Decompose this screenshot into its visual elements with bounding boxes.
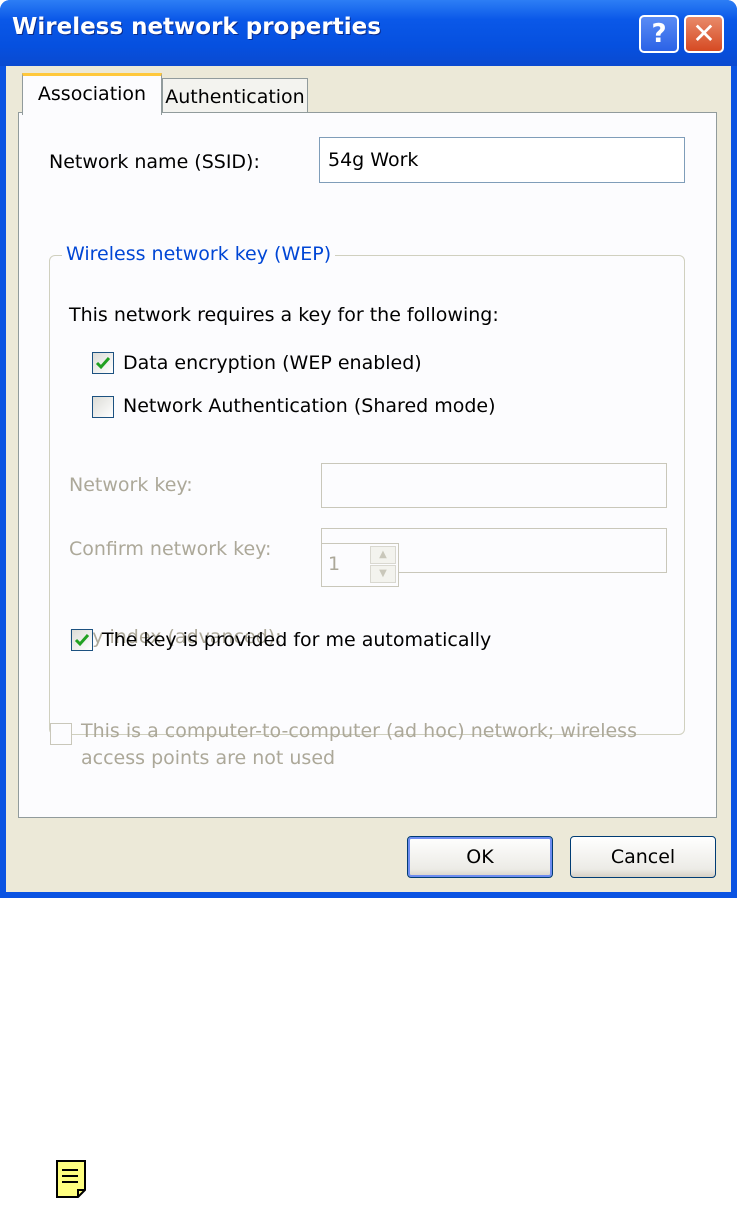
- auto-key-label[interactable]: The key is provided for me automatically: [102, 629, 491, 651]
- checkmark-icon: [95, 357, 111, 370]
- network-auth-checkbox[interactable]: [92, 396, 114, 418]
- adhoc-label-line2: access points are not used: [81, 747, 336, 769]
- confirm-key-label: Confirm network key:: [69, 538, 272, 560]
- adhoc-checkbox[interactable]: [50, 723, 72, 745]
- wireless-properties-dialog: Wireless network properties ? ✕ Associat…: [0, 0, 737, 898]
- network-key-input[interactable]: [321, 463, 667, 508]
- cancel-button[interactable]: Cancel: [570, 836, 716, 878]
- spin-up-icon[interactable]: ▲: [370, 546, 396, 564]
- tab-association-label: Association: [37, 83, 147, 105]
- close-button[interactable]: ✕: [684, 15, 724, 53]
- wep-group-legend: Wireless network key (WEP): [62, 243, 336, 265]
- ssid-label: Network name (SSID):: [49, 151, 260, 173]
- data-encryption-checkbox[interactable]: [92, 352, 114, 374]
- spin-down-icon[interactable]: ▼: [370, 565, 396, 583]
- tab-authentication[interactable]: Authentication: [162, 78, 308, 113]
- title-bar[interactable]: Wireless network properties ? ✕: [0, 0, 737, 66]
- wep-groupbox: Wireless network key (WEP) This network …: [49, 243, 685, 735]
- network-auth-label[interactable]: Network Authentication (Shared mode): [123, 395, 496, 417]
- ssid-input[interactable]: [319, 137, 685, 183]
- help-button[interactable]: ?: [639, 15, 679, 53]
- wep-intro-text: This network requires a key for the foll…: [69, 304, 499, 326]
- ok-button[interactable]: OK: [407, 836, 553, 878]
- data-encryption-label[interactable]: Data encryption (WEP enabled): [123, 352, 422, 374]
- dialog-client-area: Association Authentication Network name …: [6, 66, 731, 892]
- tab-authentication-label: Authentication: [165, 86, 305, 108]
- network-key-label: Network key:: [69, 474, 193, 496]
- association-tab-panel: Network name (SSID): Wireless network ke…: [18, 112, 717, 818]
- checkmark-icon: [74, 634, 90, 647]
- key-index-spinner[interactable]: 1 ▲ ▼: [321, 543, 399, 587]
- tab-association[interactable]: Association: [22, 73, 162, 115]
- key-index-value: 1: [328, 553, 341, 575]
- adhoc-label-line1: This is a computer-to-computer (ad hoc) …: [81, 720, 637, 742]
- spinner-arrows: ▲ ▼: [370, 546, 396, 584]
- auto-key-checkbox[interactable]: [71, 629, 93, 651]
- window-title: Wireless network properties: [12, 14, 381, 40]
- note-icon: [56, 1160, 86, 1198]
